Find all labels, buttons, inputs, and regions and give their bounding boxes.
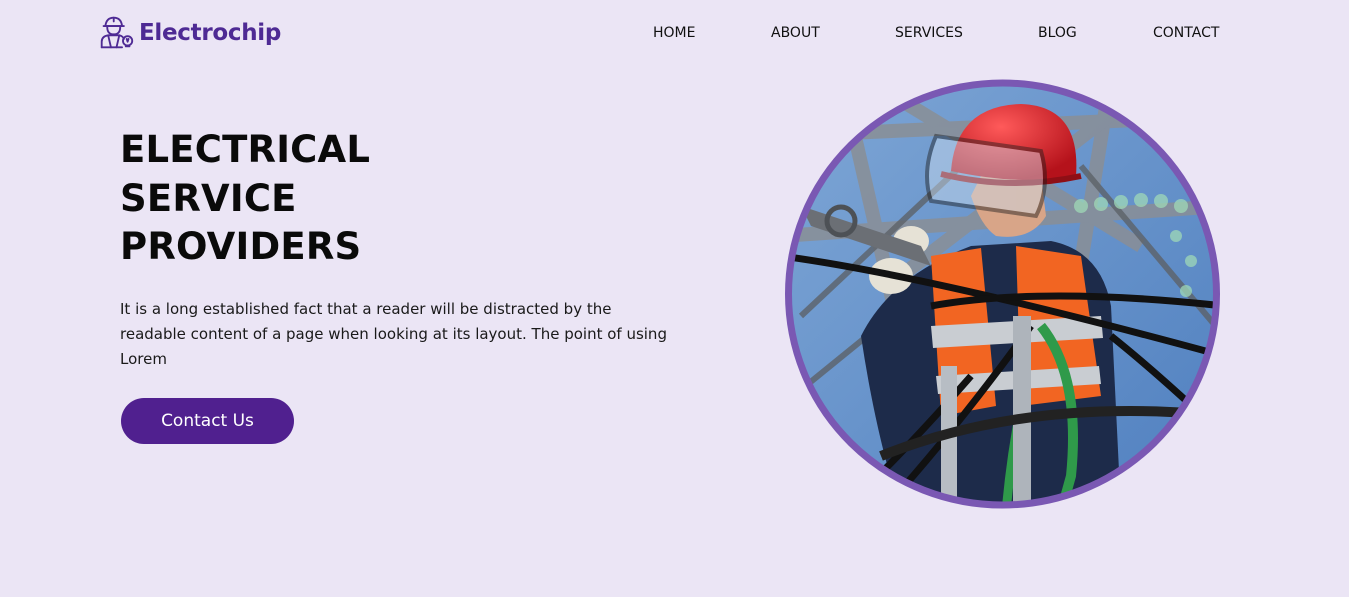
nav-services[interactable]: SERVICES — [895, 24, 963, 42]
hero-title-line-3: PROVIDERS — [120, 225, 362, 268]
hero-title-line-2: SERVICE — [120, 176, 297, 220]
hero-image — [781, 76, 1224, 512]
hero-title-line-1: ELECTRICAL — [120, 128, 371, 171]
main-navigation: HOME ABOUT SERVICES BLOG CONTACT — [0, 24, 1349, 44]
nav-about[interactable]: ABOUT — [771, 24, 820, 42]
hero-description: It is a long established fact that a rea… — [120, 300, 667, 368]
contact-us-button[interactable]: Contact Us — [121, 398, 294, 444]
electrician-on-power-tower-photo — [785, 79, 1220, 509]
site-header: Electrochip HOME ABOUT SERVICES BLOG CON… — [0, 0, 1349, 66]
nav-contact[interactable]: CONTACT — [1153, 24, 1219, 42]
hero-title: ELECTRICAL SERVICE PROVIDERS — [120, 126, 370, 272]
nav-home[interactable]: HOME — [653, 24, 695, 42]
nav-blog[interactable]: BLOG — [1038, 24, 1077, 42]
